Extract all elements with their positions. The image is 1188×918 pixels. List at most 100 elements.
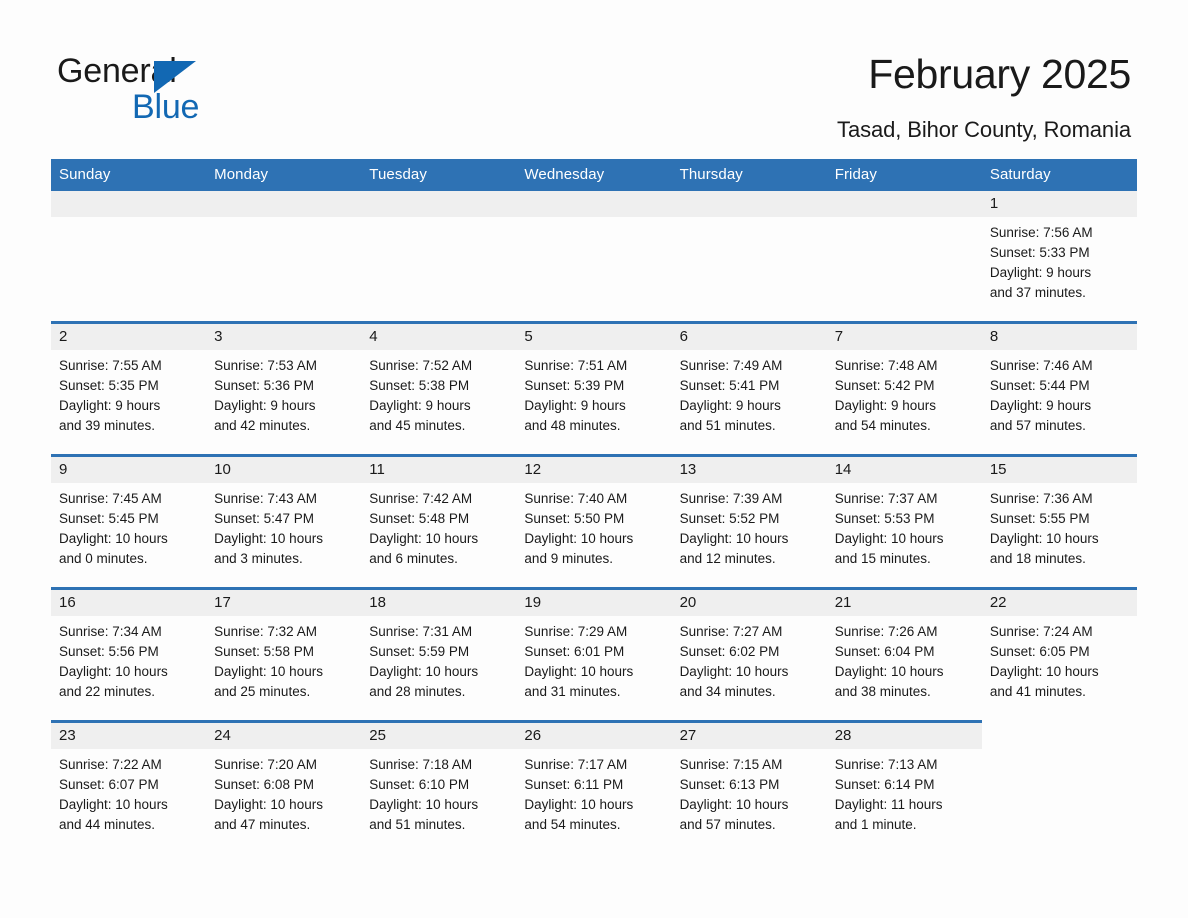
calendar-day-cell[interactable]: 6 Sunrise: 7:49 AM Sunset: 5:41 PM Daylight… xyxy=(671,321,827,456)
day-details: Sunrise: 7:26 AM Sunset: 6:04 PM Daylight:… xyxy=(827,616,982,702)
day-daylight-text: and 51 minutes. xyxy=(369,817,466,832)
day-sunset-text: Sunset: 5:48 PM xyxy=(369,511,470,526)
day-number: 25 xyxy=(361,723,517,749)
day-sunrise-text: Sunrise: 7:42 AM xyxy=(369,491,473,506)
day-daylight-text: Daylight: 10 hours xyxy=(214,797,323,812)
day-number: 14 xyxy=(826,457,982,483)
day-sunset-text: Sunset: 5:39 PM xyxy=(524,378,625,393)
day-sunset-text: Sunset: 6:04 PM xyxy=(834,644,935,659)
calendar-week-row: 16 Sunrise: 7:34 AM Sunset: 5:56 PM Dayligh… xyxy=(51,587,1137,722)
day-number: 28 xyxy=(826,723,982,749)
day-details: Sunrise: 7:39 AM Sunset: 5:52 PM Daylight:… xyxy=(672,483,827,569)
calendar-day-cell[interactable]: 21 Sunrise: 7:26 AM Sunset: 6:04 PM Dayligh… xyxy=(826,587,982,722)
calendar-day-cell[interactable]: 13 Sunrise: 7:39 AM Sunset: 5:52 PM Dayligh… xyxy=(671,454,827,589)
day-sunset-text: Sunset: 6:08 PM xyxy=(214,777,314,792)
calendar-cell-blank xyxy=(671,191,827,323)
day-daylight-text: Daylight: 10 hours xyxy=(214,664,323,679)
calendar-day-cell[interactable]: 16 Sunrise: 7:34 AM Sunset: 5:56 PM Dayligh… xyxy=(51,587,207,722)
day-sunrise-text: Sunrise: 7:56 AM xyxy=(989,225,1093,240)
day-daylight-text: Daylight: 10 hours xyxy=(369,797,479,812)
day-daylight-text: Daylight: 9 hours xyxy=(989,265,1092,280)
day-number: 19 xyxy=(516,590,672,616)
calendar-day-cell[interactable]: 11 Sunrise: 7:42 AM Sunset: 5:48 PM Dayligh… xyxy=(361,454,517,589)
calendar-cell-blank xyxy=(361,191,517,323)
weekday-header-friday: Friday xyxy=(826,159,982,191)
calendar-day-cell[interactable]: 15 Sunrise: 7:36 AM Sunset: 5:55 PM Dayligh… xyxy=(981,454,1137,589)
day-sunrise-text: Sunrise: 7:31 AM xyxy=(369,624,473,639)
day-sunset-text: Sunset: 5:52 PM xyxy=(679,511,780,526)
day-sunrise-text: Sunrise: 7:27 AM xyxy=(679,624,783,639)
calendar-day-cell[interactable]: 26 Sunrise: 7:17 AM Sunset: 6:11 PM Dayligh… xyxy=(516,720,672,853)
day-details: Sunrise: 7:15 AM Sunset: 6:13 PM Daylight:… xyxy=(672,749,827,835)
day-number: 17 xyxy=(206,590,362,616)
day-sunset-text: Sunset: 6:07 PM xyxy=(59,777,159,792)
day-details: Sunrise: 7:51 AM Sunset: 5:39 PM Daylight:… xyxy=(516,350,671,436)
day-sunrise-text: Sunrise: 7:26 AM xyxy=(834,624,938,639)
calendar-day-cell[interactable]: 3 Sunrise: 7:53 AM Sunset: 5:36 PM Daylight… xyxy=(206,321,362,456)
day-number: 13 xyxy=(671,457,827,483)
day-daylight-text: and 12 minutes. xyxy=(679,551,776,566)
day-details: Sunrise: 7:31 AM Sunset: 5:59 PM Daylight:… xyxy=(361,616,516,702)
calendar-day-cell[interactable]: 22 Sunrise: 7:24 AM Sunset: 6:05 PM Dayligh… xyxy=(981,587,1137,722)
day-sunset-text: Sunset: 5:38 PM xyxy=(369,378,470,393)
calendar-day-cell[interactable]: 23 Sunrise: 7:22 AM Sunset: 6:07 PM Dayligh… xyxy=(51,720,207,853)
day-sunrise-text: Sunrise: 7:39 AM xyxy=(679,491,783,506)
day-sunset-text: Sunset: 5:58 PM xyxy=(214,644,314,659)
day-details: Sunrise: 7:42 AM Sunset: 5:48 PM Daylight:… xyxy=(361,483,516,569)
day-details: Sunrise: 7:20 AM Sunset: 6:08 PM Daylight:… xyxy=(206,749,361,835)
calendar-day-cell[interactable]: 7 Sunrise: 7:48 AM Sunset: 5:42 PM Daylight… xyxy=(826,321,982,456)
day-daylight-text: and 54 minutes. xyxy=(834,418,931,433)
calendar-day-cell[interactable]: 28 Sunrise: 7:13 AM Sunset: 6:14 PM Dayligh… xyxy=(826,720,982,853)
day-details: Sunrise: 7:56 AM Sunset: 5:33 PM Daylight:… xyxy=(982,217,1137,303)
day-daylight-text: and 51 minutes. xyxy=(679,418,776,433)
calendar-day-cell[interactable]: 5 Sunrise: 7:51 AM Sunset: 5:39 PM Daylight… xyxy=(516,321,672,456)
calendar-day-cell[interactable]: 18 Sunrise: 7:31 AM Sunset: 5:59 PM Dayligh… xyxy=(361,587,517,722)
day-details: Sunrise: 7:45 AM Sunset: 5:45 PM Daylight:… xyxy=(51,483,206,569)
day-details: Sunrise: 7:22 AM Sunset: 6:07 PM Daylight:… xyxy=(51,749,206,835)
calendar-day-cell[interactable]: 17 Sunrise: 7:32 AM Sunset: 5:58 PM Dayligh… xyxy=(206,587,362,722)
day-sunset-text: Sunset: 5:44 PM xyxy=(989,378,1090,393)
calendar-day-cell[interactable]: 8 Sunrise: 7:46 AM Sunset: 5:44 PM Daylight… xyxy=(981,321,1137,456)
calendar-day-cell[interactable]: 4 Sunrise: 7:52 AM Sunset: 5:38 PM Daylight… xyxy=(361,321,517,456)
calendar-body: 1 Sunrise: 7:56 AM Sunset: 5:33 PM Daylight… xyxy=(51,191,1137,853)
day-details: Sunrise: 7:29 AM Sunset: 6:01 PM Daylight:… xyxy=(516,616,671,702)
calendar-day-cell[interactable]: 24 Sunrise: 7:20 AM Sunset: 6:08 PM Dayligh… xyxy=(206,720,362,853)
calendar-day-cell[interactable]: 25 Sunrise: 7:18 AM Sunset: 6:10 PM Dayligh… xyxy=(361,720,517,853)
day-number: 9 xyxy=(51,457,207,483)
day-daylight-text: Daylight: 10 hours xyxy=(59,797,168,812)
day-number: 4 xyxy=(361,324,517,350)
calendar-day-cell[interactable]: 2 Sunrise: 7:55 AM Sunset: 5:35 PM Daylight… xyxy=(51,321,207,456)
calendar-day-cell[interactable]: 14 Sunrise: 7:37 AM Sunset: 5:53 PM Dayligh… xyxy=(826,454,982,589)
calendar-day-cell[interactable]: 1 Sunrise: 7:56 AM Sunset: 5:33 PM Daylight… xyxy=(981,191,1137,323)
day-sunset-text: Sunset: 5:55 PM xyxy=(989,511,1090,526)
weekday-header-monday: Monday xyxy=(206,159,362,191)
day-daylight-text: and 41 minutes. xyxy=(989,684,1086,699)
calendar-day-cell[interactable]: 12 Sunrise: 7:40 AM Sunset: 5:50 PM Dayligh… xyxy=(516,454,672,589)
day-number: 5 xyxy=(516,324,672,350)
day-sunrise-text: Sunrise: 7:32 AM xyxy=(214,624,317,639)
calendar-cell-blank xyxy=(51,191,207,323)
calendar-day-cell[interactable]: 27 Sunrise: 7:15 AM Sunset: 6:13 PM Dayligh… xyxy=(671,720,827,853)
calendar-day-cell[interactable]: 9 Sunrise: 7:45 AM Sunset: 5:45 PM Daylight… xyxy=(51,454,207,589)
day-daylight-text: Daylight: 10 hours xyxy=(679,531,789,546)
day-daylight-text: Daylight: 9 hours xyxy=(59,398,161,413)
day-daylight-text: Daylight: 10 hours xyxy=(834,664,944,679)
day-daylight-text: and 34 minutes. xyxy=(679,684,776,699)
calendar-day-cell[interactable]: 10 Sunrise: 7:43 AM Sunset: 5:47 PM Dayligh… xyxy=(206,454,362,589)
day-number: 22 xyxy=(981,590,1137,616)
day-sunset-text: Sunset: 5:41 PM xyxy=(679,378,780,393)
day-number: 1 xyxy=(981,191,1137,217)
weekday-header-tuesday: Tuesday xyxy=(361,159,517,191)
day-number: 18 xyxy=(361,590,517,616)
day-sunrise-text: Sunrise: 7:18 AM xyxy=(369,757,473,772)
day-daylight-text: and 0 minutes. xyxy=(59,551,148,566)
day-number xyxy=(982,722,1137,748)
day-daylight-text: and 38 minutes. xyxy=(834,684,931,699)
day-sunset-text: Sunset: 6:01 PM xyxy=(524,644,625,659)
calendar-day-cell[interactable]: 19 Sunrise: 7:29 AM Sunset: 6:01 PM Dayligh… xyxy=(516,587,672,722)
day-sunrise-text: Sunrise: 7:20 AM xyxy=(214,757,317,772)
calendar-day-cell[interactable]: 20 Sunrise: 7:27 AM Sunset: 6:02 PM Dayligh… xyxy=(671,587,827,722)
day-daylight-text: Daylight: 10 hours xyxy=(524,664,634,679)
day-daylight-text: and 25 minutes. xyxy=(214,684,311,699)
calendar-week-row: 2 Sunrise: 7:55 AM Sunset: 5:35 PM Daylight… xyxy=(51,321,1137,456)
